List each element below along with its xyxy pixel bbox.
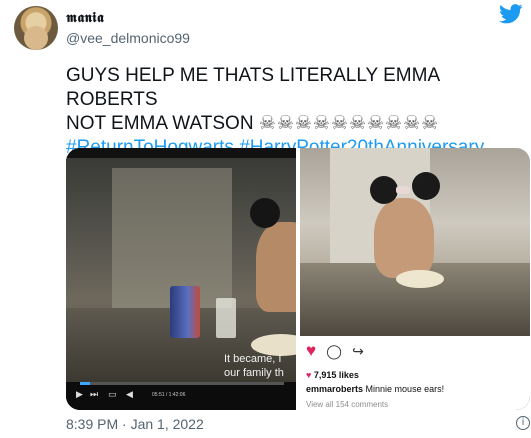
instagram-caption: emmaroberts Minnie mouse ears! [306,384,444,394]
share-icon: ↪ [352,343,364,359]
comment-icon: ◯ [326,343,342,359]
handle[interactable]: @vee_delmonico99 [66,30,190,46]
tweet-line-1: GUYS HELP ME THATS LITERALLY EMMA ROBERT… [66,65,440,110]
display-name[interactable]: 𝖒𝖆𝖓𝖎𝖆 [66,10,104,26]
bow [396,186,410,194]
cup-image [170,286,200,338]
tweet-timestamp[interactable]: 8:39 PM · Jan 1, 2022 [66,416,204,432]
caption-text: Minnie mouse ears! [365,384,445,394]
video-controls: ▶ ⏭ ▭ ◀ 05:51 / 1:42:06 [66,382,296,410]
info-icon[interactable]: i [516,416,530,430]
video-screenshot[interactable]: It became, I our family th ▶ ⏭ ▭ ◀ 05:51… [66,148,296,410]
likes-count: ♥ 7,915 likes [306,370,359,380]
tweet-card: 𝖒𝖆𝖓𝖎𝖆 @vee_delmonico99 GUYS HELP ME THAT… [0,0,531,438]
heart-icon: ♥ [306,341,317,360]
girl-image [374,198,434,278]
view-comments: View all 154 comments [306,400,389,409]
tweet-line-2-text: NOT EMMA WATSON [66,113,254,134]
mouse-ear-right [412,172,440,200]
instagram-screenshot[interactable]: ♥ ◯ ↪ ♥ 7,915 likes emmaroberts Minnie m… [300,148,530,410]
girl-image [256,222,296,312]
play-icon[interactable]: ▶ [76,390,83,400]
twitter-bird-icon[interactable] [499,4,523,24]
instagram-photo [300,148,530,336]
instagram-actions: ♥ ◯ ↪ [306,342,370,360]
subtitles-icon[interactable]: ▭ [108,390,117,400]
progress-fill [80,382,91,385]
skull-emoji-row: ☠☠☠☠☠☠☠☠☠☠ [258,113,440,134]
volume-icon[interactable]: ◀ [126,390,133,400]
next-icon[interactable]: ⏭ [90,390,98,400]
tweet-text: GUYS HELP ME THATS LITERALLY EMMA ROBERT… [66,64,516,160]
tweet-line-2: NOT EMMA WATSON ☠☠☠☠☠☠☠☠☠☠ [66,112,516,136]
avatar[interactable] [14,6,58,50]
video-time: 05:51 / 1:42:06 [152,392,186,398]
media-attachment[interactable]: It became, I our family th ▶ ⏭ ▭ ◀ 05:51… [66,148,530,410]
mouse-ear-left [370,176,398,204]
caption-username: emmaroberts [306,384,364,394]
video-subtitle: It became, I our family th [224,353,284,379]
progress-track[interactable] [80,382,284,385]
heart-icon: ♥ [306,370,312,380]
